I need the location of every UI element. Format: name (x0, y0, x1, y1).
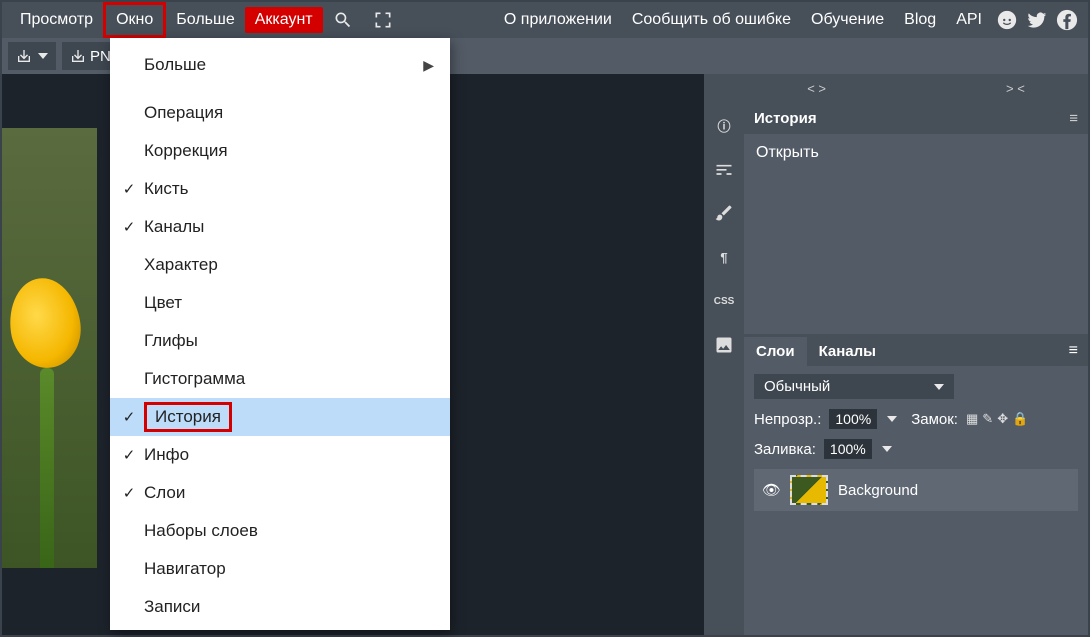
right-panels: < > > < История ≡ Открыть Слои Каналы ≡ … (744, 74, 1088, 635)
menu-view[interactable]: Просмотр (10, 5, 103, 35)
menu-item-operation[interactable]: Операция (110, 94, 450, 132)
menu-item-brush[interactable]: ✓Кисть (110, 170, 450, 208)
menu-item-channels[interactable]: ✓Каналы (110, 208, 450, 246)
check-icon: ✓ (120, 446, 138, 464)
history-panel: История ≡ Открыть (744, 102, 1088, 334)
opacity-value[interactable]: 100% (829, 409, 877, 429)
menu-more[interactable]: Больше (166, 5, 244, 35)
menu-window[interactable]: Окно (103, 2, 166, 38)
panel-menu-icon[interactable]: ≡ (1069, 110, 1078, 127)
menu-item-info[interactable]: ✓Инфо (110, 436, 450, 474)
link-blog[interactable]: Blog (896, 5, 944, 35)
link-about[interactable]: О приложении (496, 5, 620, 35)
menu-item-correction[interactable]: Коррекция (110, 132, 450, 170)
menu-item-layer-sets[interactable]: Наборы слоев (110, 512, 450, 550)
collapse-right[interactable]: > < (1006, 81, 1025, 96)
lock-label: Замок: (911, 411, 958, 428)
link-api[interactable]: API (948, 5, 990, 35)
menu-item-color[interactable]: Цвет (110, 284, 450, 322)
menu-item-layers[interactable]: ✓Слои (110, 474, 450, 512)
fill-label: Заливка: (754, 441, 816, 458)
history-item-open[interactable]: Открыть (756, 144, 1076, 162)
document-thumbnail (2, 128, 97, 568)
tab-layers[interactable]: Слои (744, 337, 807, 366)
lock-brush-icon[interactable]: ✎ (982, 411, 993, 427)
link-report-bug[interactable]: Сообщить об ошибке (624, 5, 799, 35)
chevron-down-icon (934, 384, 944, 390)
image-icon[interactable] (713, 334, 735, 356)
menu-item-more[interactable]: Больше▶ (110, 46, 450, 84)
menu-item-character[interactable]: Характер (110, 246, 450, 284)
lock-move-icon[interactable]: ✥ (997, 411, 1008, 427)
visibility-icon[interactable]: 👁 (762, 481, 780, 499)
fullscreen-icon[interactable] (363, 4, 403, 36)
menu-item-navigator[interactable]: Навигатор (110, 550, 450, 588)
layer-thumbnail (790, 475, 828, 505)
check-icon: ✓ (120, 180, 138, 198)
lock-all-icon[interactable]: 🔒 (1012, 411, 1028, 427)
reddit-icon[interactable] (994, 7, 1020, 33)
blend-mode-select[interactable]: Обычный (754, 374, 954, 399)
submenu-arrow-icon: ▶ (423, 57, 434, 74)
facebook-icon[interactable] (1054, 7, 1080, 33)
info-icon[interactable]: ⓘ (713, 114, 735, 136)
top-menu-bar: Просмотр Окно Больше Аккаунт О приложени… (2, 2, 1088, 38)
twitter-icon[interactable] (1024, 7, 1050, 33)
adjustments-icon[interactable] (713, 158, 735, 180)
menu-item-glyphs[interactable]: Глифы (110, 322, 450, 360)
layers-panel: Слои Каналы ≡ Обычный Непрозр.: 100% Зам… (744, 334, 1088, 519)
menu-account[interactable]: Аккаунт (245, 7, 323, 33)
opacity-label: Непрозр.: (754, 411, 821, 428)
menu-item-histogram[interactable]: Гистограмма (110, 360, 450, 398)
fill-value[interactable]: 100% (824, 439, 872, 459)
lock-controls[interactable]: ▦ ✎ ✥ 🔒 (966, 411, 1028, 427)
save-dropdown[interactable] (8, 42, 56, 70)
tab-channels[interactable]: Каналы (807, 337, 888, 366)
link-learn[interactable]: Обучение (803, 5, 892, 35)
chevron-down-icon (38, 53, 48, 59)
panel-menu-icon[interactable]: ≡ (1059, 336, 1088, 366)
right-side-rail: ⓘ ¶ CSS (704, 74, 744, 635)
menu-item-notes[interactable]: Записи (110, 588, 450, 626)
chevron-down-icon[interactable] (882, 446, 892, 452)
menu-item-history[interactable]: ✓История (110, 398, 450, 436)
paragraph-icon[interactable]: ¶ (713, 246, 735, 268)
css-icon[interactable]: CSS (713, 290, 735, 312)
lock-pixels-icon[interactable]: ▦ (966, 411, 978, 427)
window-dropdown-menu: Больше▶ Операция Коррекция ✓Кисть ✓Канал… (110, 38, 450, 630)
history-panel-title: История (754, 110, 817, 127)
brush-icon[interactable] (713, 202, 735, 224)
layer-name: Background (838, 482, 918, 499)
layer-row[interactable]: 👁 Background (754, 469, 1078, 511)
check-icon: ✓ (120, 484, 138, 502)
panel-collapse-bar: < > > < (744, 74, 1088, 102)
search-icon[interactable] (323, 4, 363, 36)
collapse-left[interactable]: < > (807, 81, 826, 96)
check-icon: ✓ (120, 408, 138, 426)
chevron-down-icon[interactable] (887, 416, 897, 422)
check-icon: ✓ (120, 218, 138, 236)
